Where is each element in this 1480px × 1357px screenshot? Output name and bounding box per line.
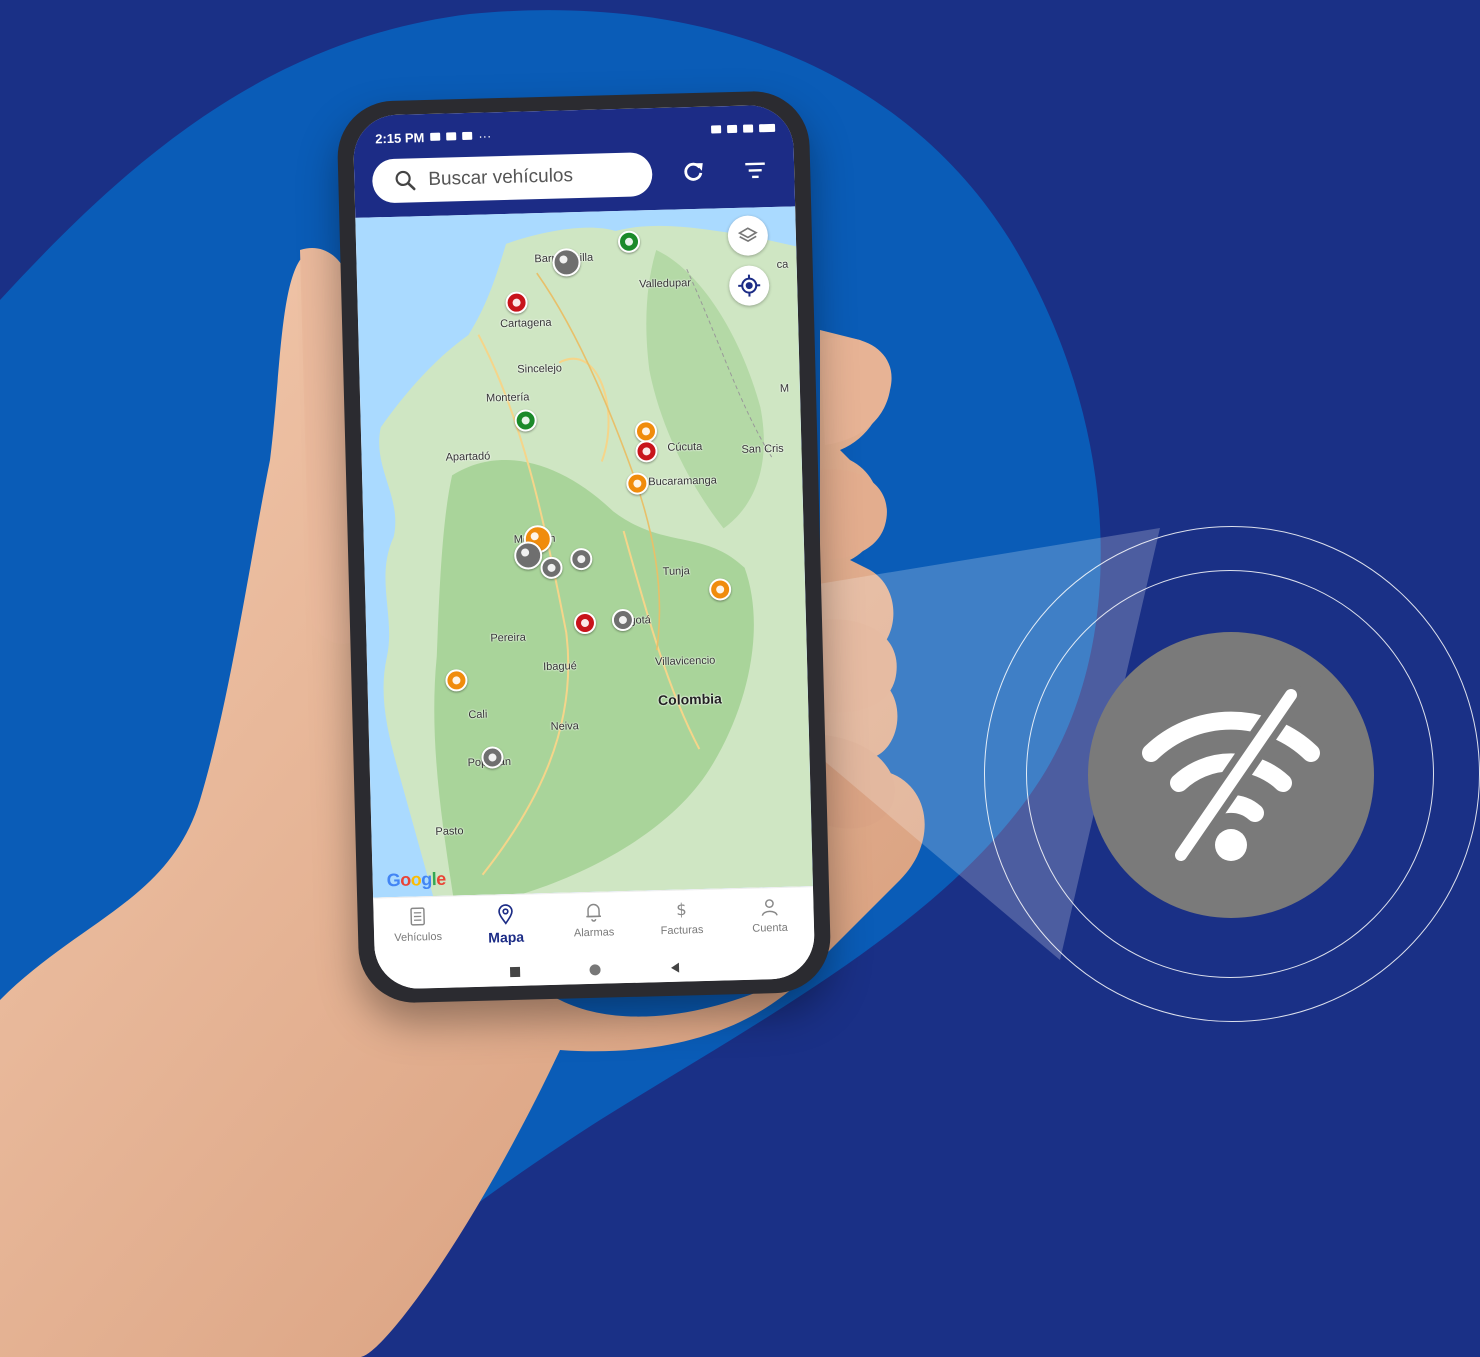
no-connection-badge bbox=[1088, 632, 1374, 918]
layers-icon bbox=[737, 227, 758, 243]
recents-button[interactable] bbox=[508, 965, 522, 979]
map-pin-icon bbox=[498, 904, 513, 925]
status-time: 2:15 PM bbox=[375, 129, 425, 146]
nav-alarmas[interactable]: Alarmas bbox=[553, 900, 634, 940]
search-input[interactable]: Buscar vehículos bbox=[428, 165, 573, 191]
city-label: San Cris bbox=[741, 442, 784, 456]
nav-label: Alarmas bbox=[573, 926, 615, 940]
smartphone: 2:15 PM ··· Buscar vehículos Valledupar … bbox=[336, 89, 832, 1005]
more-notifications: ··· bbox=[478, 127, 492, 144]
phone-screen: 2:15 PM ··· Buscar vehículos Valledupar … bbox=[352, 104, 816, 990]
status-bar: 2:15 PM ··· bbox=[375, 119, 776, 147]
city-label: Sincelejo bbox=[517, 362, 563, 376]
city-label: Neiva bbox=[550, 720, 579, 733]
city-label: Bucaramanga bbox=[648, 474, 717, 489]
nav-label: Cuenta bbox=[752, 921, 788, 935]
dollar-icon: $ bbox=[676, 900, 687, 919]
alarm-icon bbox=[711, 125, 722, 134]
city-label: Cúcuta bbox=[667, 440, 703, 454]
wifi-off-icon bbox=[1142, 682, 1320, 868]
nav-vehiculos[interactable]: Vehículos bbox=[377, 904, 458, 944]
city-label: Apartadó bbox=[445, 450, 491, 464]
city-label: Valledupar bbox=[638, 277, 692, 291]
city-label: Montería bbox=[485, 391, 530, 405]
city-label: M bbox=[779, 382, 790, 395]
nav-label: Facturas bbox=[660, 924, 704, 938]
city-label: Cartagena bbox=[499, 316, 552, 331]
city-label: Pereira bbox=[490, 631, 526, 645]
battery-icon bbox=[758, 123, 776, 133]
home-button[interactable] bbox=[588, 963, 602, 977]
search-bar[interactable]: Buscar vehículos bbox=[371, 152, 653, 204]
list-icon bbox=[410, 907, 425, 926]
app-icon bbox=[462, 131, 473, 141]
city-label: Cali bbox=[468, 708, 488, 722]
status-right bbox=[711, 123, 776, 134]
app-bar: 2:15 PM ··· Buscar vehículos bbox=[352, 104, 796, 218]
search-icon bbox=[395, 170, 416, 191]
map-view[interactable]: Barranquilla Valledupar Cartagena Sincel… bbox=[355, 206, 813, 898]
nav-mapa[interactable]: Mapa bbox=[465, 902, 546, 946]
back-button[interactable] bbox=[668, 961, 682, 975]
signal-icon bbox=[727, 124, 738, 134]
locate-icon bbox=[738, 274, 761, 297]
message-icon bbox=[430, 132, 441, 141]
nav-cuenta[interactable]: Cuenta bbox=[729, 895, 810, 935]
city-label: Ibagué bbox=[542, 660, 577, 674]
bell-icon bbox=[586, 903, 602, 922]
country-label: Colombia bbox=[657, 690, 723, 709]
google-logo: Google bbox=[386, 868, 446, 891]
city-label: Villavicencio bbox=[654, 654, 716, 669]
nav-label: Mapa bbox=[488, 928, 525, 946]
nav-facturas[interactable]: $ Facturas bbox=[641, 898, 722, 938]
wifi-icon bbox=[742, 124, 754, 133]
svg-text:$: $ bbox=[676, 900, 687, 919]
city-label: ca bbox=[776, 258, 789, 271]
nav-label: Vehículos bbox=[394, 930, 443, 945]
refresh-icon[interactable] bbox=[680, 159, 707, 186]
city-label: Tunja bbox=[662, 565, 690, 578]
status-left: 2:15 PM ··· bbox=[375, 128, 491, 146]
city-label: Pasto bbox=[435, 825, 464, 838]
user-icon bbox=[761, 899, 778, 916]
notification-icon bbox=[446, 132, 457, 141]
filter-icon[interactable] bbox=[742, 157, 769, 184]
